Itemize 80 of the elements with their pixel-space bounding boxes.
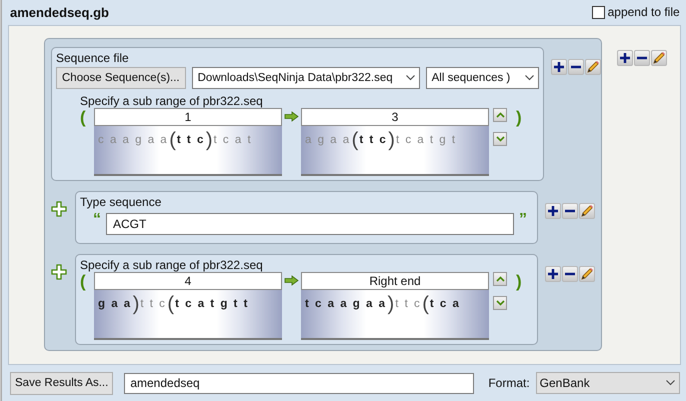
open-bracket: ( [80,272,87,292]
chevron-down-icon [496,136,504,142]
close-bracket: ) [516,108,523,128]
pencil-icon [580,266,594,281]
start-field[interactable]: 4 [94,272,282,290]
bracket-mark: ( [168,130,177,150]
sequence-text: c a a g a a [98,134,168,146]
arrow-right-icon [284,110,299,122]
bracket-mark: ) [386,294,395,314]
end-field[interactable]: 3 [301,108,489,126]
range-label: Specify a sub range of pbr322.seq [80,94,264,108]
sequence-text: t c a [430,298,460,310]
plus-icon [547,204,559,217]
end-field[interactable]: Right end [301,272,489,290]
remove-button[interactable] [562,202,578,219]
remove-button[interactable] [634,50,650,66]
chevron-up-icon [496,112,504,118]
sequence-text: t c a t g t [396,134,457,146]
sequence-text: t c a t g t t [175,298,249,310]
arrow-right-icon [284,274,299,286]
plus-icon [547,268,559,280]
bracket-mark: ( [166,294,175,314]
format-label: Format: [488,376,530,390]
append-checkbox[interactable] [592,6,605,19]
pencil-icon [652,50,666,65]
down-button[interactable] [493,132,507,146]
bracket-mark: ( [421,294,430,314]
window-title: amendedseq.gb [10,4,109,20]
section-label: Sequence file [56,50,130,65]
sequence-text: t t c [140,298,166,310]
checkbox-label: append to file [608,5,680,20]
pencil-icon [586,60,600,74]
up-button[interactable] [493,108,507,122]
up-button[interactable] [493,272,507,286]
path-dropdown[interactable]: Downloads\SeqNinja Data\pbr322.seq [192,66,420,89]
dropdown-caret-icon [524,74,534,81]
edit-button[interactable] [579,266,595,282]
open-bracket: ( [80,108,87,128]
remove-button[interactable] [568,58,584,75]
chevron-up-icon [496,276,504,282]
sequence-input[interactable]: ACGT [106,212,514,235]
add-button[interactable] [545,266,561,282]
bracket-mark: ) [132,294,140,314]
remove-button[interactable] [562,266,578,282]
sequence-text: t t c [176,134,205,146]
sequences-dropdown[interactable]: All sequences ) [426,66,539,89]
insert-plus-icon[interactable] [51,264,67,280]
bracket-mark: ) [204,130,214,150]
insert-plus-icon[interactable] [51,200,67,217]
add-button[interactable] [550,58,567,75]
add-button[interactable] [617,50,633,66]
pencil-icon [580,204,594,218]
edit-button[interactable] [579,202,595,219]
add-button[interactable] [545,202,561,219]
edit-button[interactable] [651,50,667,66]
plus-icon [552,60,565,73]
range-label: Specify a sub range of pbr322.seq [80,258,264,272]
filename-input[interactable]: amendedseq [124,372,474,394]
dropdown-caret-icon [406,74,415,81]
sequence-text: t c a t [214,134,252,146]
choose-sequence-button[interactable]: Choose Sequence(s)... [56,66,186,89]
format-dropdown[interactable]: GenBank [536,372,680,394]
close-quote: ” [518,212,528,227]
edit-button[interactable] [584,58,601,75]
bracket-mark: ( [350,130,360,150]
open-quote: “ [92,212,102,227]
down-button[interactable] [493,296,507,310]
sequence-text: g a a [98,298,132,310]
save-results-button[interactable]: Save Results As... [10,372,114,395]
bracket-mark: ) [387,130,396,150]
sequence-text: t t c [359,134,388,146]
chevron-down-icon [496,300,504,306]
sequence-text: t c a a g a a [305,298,387,310]
section-label: Type sequence [80,194,162,209]
plus-icon [619,52,631,64]
sequence-text: a g a a [305,134,351,146]
close-bracket: ) [516,272,523,292]
start-field[interactable]: 1 [94,108,282,126]
dropdown-caret-icon [666,380,675,386]
sequence-text: t t c [395,298,422,310]
